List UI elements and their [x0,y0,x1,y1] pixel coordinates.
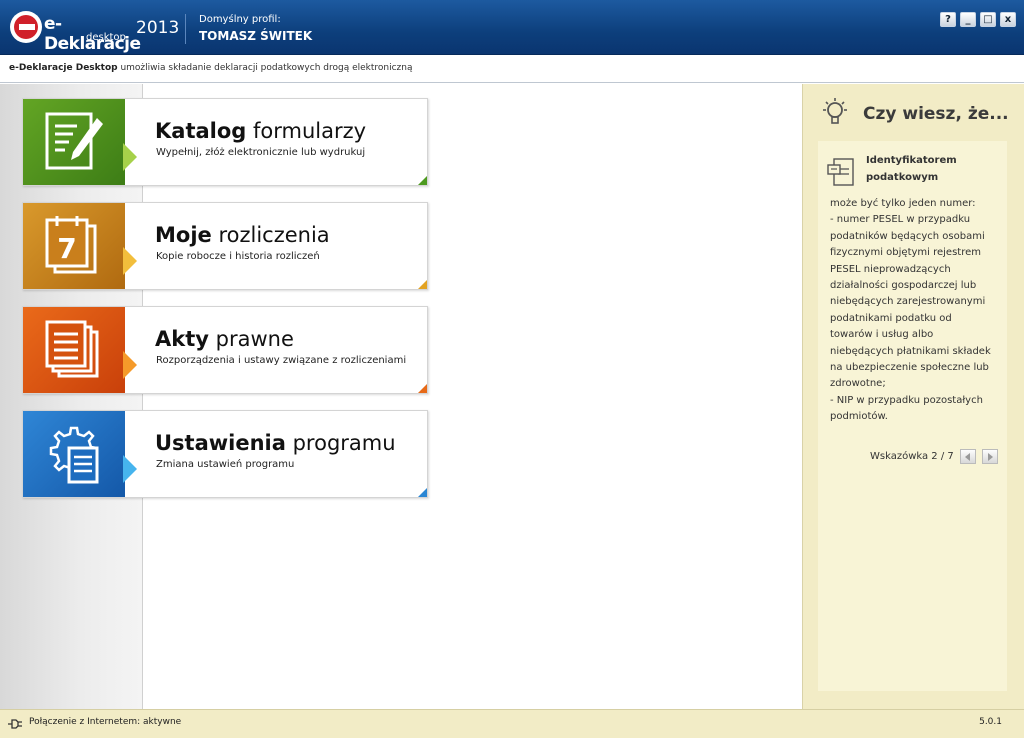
logo-icon [10,11,42,43]
tile-icon-box: 7 [23,203,137,289]
tile-title-bold: Katalog [155,119,247,143]
tile-corner-accent [418,280,427,289]
status-bar: Połączenie z Internetem: aktywne 5.0.1 [0,709,1024,738]
tip-body-line: na ubezpieczenie społeczne lub [830,362,989,374]
tile-akty-prawne[interactable]: Akty prawne Rozporządzenia i ustawy zwią… [22,306,428,394]
tile-corner-accent [418,488,427,497]
tip-body-line: podmiotów. [830,411,888,423]
tip-body-line: niebędących płatnikami składek [830,345,991,357]
tile-title: Ustawienia programu [155,431,396,455]
description-app-name: e-Deklaracje Desktop [9,63,118,73]
tile-title-bold: Moje [155,223,212,247]
tile-icon-box [23,411,137,497]
description-bar: e-Deklaracje Desktop umożliwia składanie… [0,56,1024,83]
tip-counter: Wskazówka 2 / 7 [870,451,954,462]
tile-description: Rozporządzenia i ustawy związane z rozli… [156,355,407,366]
tile-corner-accent [418,384,427,393]
tile-description: Wypełnij, złóż elektronicznie lub wydruk… [156,147,366,158]
previous-tip-button[interactable] [960,449,976,464]
tip-body-line: działalności gospodarczej lub [830,280,977,292]
tile-title-bold: Ustawienia [155,431,286,455]
tile-title: Moje rozliczenia [155,223,330,247]
close-button[interactable]: x [1000,12,1016,27]
form-pen-icon [45,112,103,170]
profile-label: Domyślny profil: [199,14,281,25]
tile-description: Zmiana ustawień programu [156,459,295,470]
connection-status: Połączenie z Internetem: aktywne [29,717,182,727]
tile-katalog-formularzy[interactable]: Katalog formularzy Wypełnij, złóż elektr… [22,98,428,186]
description-text: umożliwia składanie deklaracji podatkowy… [117,63,413,73]
svg-text:7: 7 [57,232,76,265]
app-description: e-Deklaracje Desktop umożliwia składanie… [9,63,413,73]
tip-body: może być tylko jeden numer: - numer PESE… [830,196,1000,426]
calendar-icon: 7 [45,216,97,274]
tile-title: Akty prawne [155,327,294,351]
tip-body-line: podatników będących osobami [830,230,985,242]
main-area: Katalog formularzy Wypełnij, złóż elektr… [0,84,802,709]
settings-gear-icon [49,426,99,484]
id-document-icon [827,158,854,186]
tile-moje-rozliczenia[interactable]: 7 Moje rozliczenia Kopie robocze i histo… [22,202,428,290]
tile-ustawienia-programu[interactable]: Ustawienia programu Zmiana ustawień prog… [22,410,428,498]
tip-title: Identyfikatorem podatkowym [866,155,957,183]
tip-body-line: - NIP w przypadku pozostałych [830,394,983,406]
tip-body-line: - numer PESEL w przypadku [830,214,971,226]
profile-name[interactable]: TOMASZ ŚWITEK [199,29,312,43]
tile-title-rest: rozliczenia [211,223,330,247]
header-divider [185,14,186,44]
tile-title-rest: programu [285,431,396,455]
tile-description: Kopie robocze i historia rozliczeń [156,251,320,262]
app-subname: desktop [86,32,126,43]
app-year: 2013 [136,18,180,38]
tile-title-rest: prawne [208,327,294,351]
tile-icon-box [23,307,137,393]
tip-body-line: zdrowotne; [830,378,886,390]
plug-icon [8,719,22,729]
documents-icon [45,320,99,378]
tip-panel: Czy wiesz, że... Identyfikatorem podatko… [802,84,1024,709]
tip-navigation: Wskazówka 2 / 7 [870,448,1000,466]
tip-body-line: towarów i usług albo [830,329,934,341]
app-version: 5.0.1 [979,717,1002,727]
tip-heading: Czy wiesz, że... [863,104,1009,124]
help-button[interactable]: ? [940,12,956,27]
tip-body-line: podatnikami podatku od [830,312,952,324]
tile-title: Katalog formularzy [155,119,366,143]
tip-body-line: może być tylko jeden numer: [830,198,976,209]
next-tip-button[interactable] [982,449,998,464]
tile-icon-box [23,99,137,185]
title-bar: e-Deklaracje desktop 2013 Domyślny profi… [0,0,1024,55]
tile-title-rest: formularzy [246,119,367,143]
app-logo: e-Deklaracje desktop [10,9,141,54]
minimize-button[interactable]: _ [960,12,976,27]
maximize-button[interactable]: □ [980,12,996,27]
tile-title-bold: Akty [155,327,209,351]
tip-body-line: niebędących zarejestrowanymi [830,296,986,308]
lightbulb-icon [823,98,847,124]
window-controls: ? _ □ x [940,12,1016,27]
tile-corner-accent [418,176,427,185]
tip-body-line: PESEL nieprowadzących [830,263,951,275]
tip-body-line: fizycznymi objętymi rejestrem [830,247,981,259]
